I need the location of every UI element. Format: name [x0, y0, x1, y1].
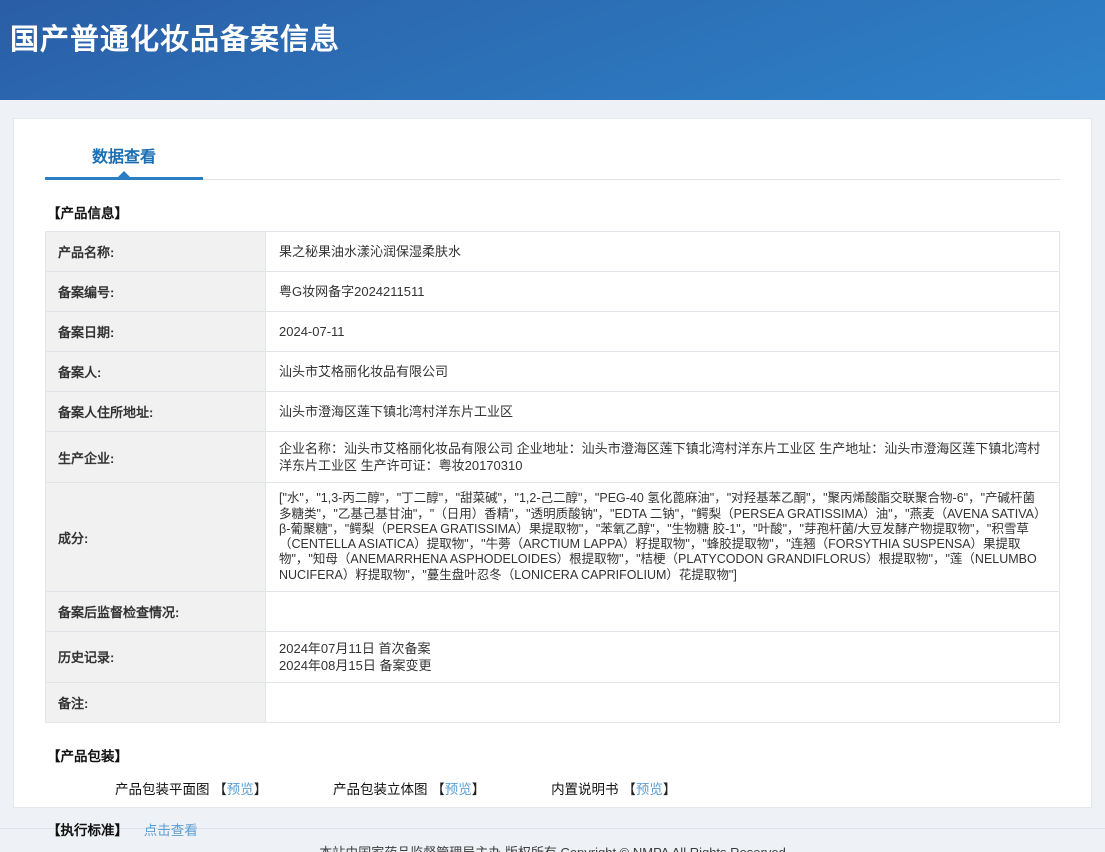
table-row-registration-date: 备案日期: 2024-07-11: [45, 311, 1060, 352]
field-value-manufacturer: 企业名称：汕头市艾格丽化妆品有限公司 企业地址：汕头市澄海区莲下镇北湾村洋东片工…: [265, 430, 1060, 484]
table-row-registrant-address: 备案人住所地址: 汕头市澄海区莲下镇北湾村洋东片工业区: [45, 391, 1060, 432]
field-value-ingredients: ["水"，"1,3-丙二醇"，"丁二醇"，"甜菜碱"，"1,2-己二醇"，"PE…: [265, 482, 1060, 592]
field-value-supervision: [265, 590, 1060, 632]
field-label-product-name: 产品名称:: [45, 231, 266, 272]
packaging-item-flat-diagram-label: 产品包装平面图: [115, 782, 210, 798]
field-value-remarks: [265, 682, 1060, 724]
field-label-registrant-address: 备案人住所地址:: [45, 391, 266, 432]
preview-link-3d-diagram[interactable]: 预览: [445, 782, 472, 797]
preview-link-manual[interactable]: 预览: [636, 782, 663, 797]
field-value-registration-number: 粤G妆网备字2024211511: [265, 271, 1060, 312]
packaging-item-flat-diagram: 产品包装平面图 【预览】: [115, 778, 267, 798]
field-label-registration-date: 备案日期:: [45, 311, 266, 352]
bracket-open: 【: [622, 782, 636, 798]
bracket-close: 】: [662, 782, 677, 798]
field-label-remarks: 备注:: [45, 682, 266, 724]
table-row-product-name: 产品名称: 果之秘果油水漾沁润保湿柔肤水: [45, 231, 1060, 272]
field-value-registration-date: 2024-07-11: [265, 311, 1060, 352]
field-label-manufacturer: 生产企业:: [45, 430, 266, 484]
table-row-manufacturer: 生产企业: 企业名称：汕头市艾格丽化妆品有限公司 企业地址：汕头市澄海区莲下镇北…: [45, 430, 1060, 484]
packaging-item-manual: 内置说明书 【预览】: [551, 778, 676, 798]
packaging-items: 产品包装平面图 【预览】 产品包装立体图 【预览】 内置说明书 【预览】: [115, 778, 1060, 798]
page-header: 国产普通化妆品备案信息: [0, 0, 1105, 100]
packaging-section-title: 【产品包装】: [47, 749, 128, 765]
table-row-registration-number: 备案编号: 粤G妆网备字2024211511: [45, 271, 1060, 312]
field-value-product-name: 果之秘果油水漾沁润保湿柔肤水: [265, 231, 1060, 272]
content-card: 数据查看 【产品信息】 产品名称: 果之秘果油水漾沁润保湿柔肤水 备案编号: 粤…: [13, 118, 1092, 838]
tab-data-view[interactable]: 数据查看: [45, 143, 203, 180]
table-row-supervision: 备案后监督检查情况:: [45, 590, 1060, 632]
bracket-close: 】: [253, 782, 268, 798]
product-info-table: 产品名称: 果之秘果油水漾沁润保湿柔肤水 备案编号: 粤G妆网备字2024211…: [45, 231, 1060, 724]
field-label-registration-number: 备案编号:: [45, 271, 266, 312]
packaging-item-3d-diagram: 产品包装立体图 【预览】: [333, 778, 485, 798]
packaging-item-3d-diagram-label: 产品包装立体图: [333, 782, 428, 798]
field-value-registrant-address: 汕头市澄海区莲下镇北湾村洋东片工业区: [265, 391, 1060, 432]
tab-data-view-label: 数据查看: [91, 149, 156, 166]
table-row-ingredients: 成分: ["水"，"1,3-丙二醇"，"丁二醇"，"甜菜碱"，"1,2-己二醇"…: [45, 482, 1060, 592]
preview-link-flat-diagram[interactable]: 预览: [227, 782, 254, 797]
bracket-open: 【: [431, 782, 445, 798]
standards-section-title: 【执行标准】: [47, 823, 128, 839]
table-row-remarks: 备注:: [45, 682, 1060, 724]
field-value-history: 2024年07月11日 首次备案 2024年08月15日 备案变更: [265, 630, 1060, 684]
page-title: 国产普通化妆品备案信息: [10, 24, 341, 56]
standards-view-link[interactable]: 点击查看: [144, 823, 198, 838]
packaging-item-manual-label: 内置说明书: [551, 782, 619, 798]
table-row-registrant: 备案人: 汕头市艾格丽化妆品有限公司: [45, 351, 1060, 392]
field-label-ingredients: 成分:: [45, 482, 266, 592]
field-value-registrant: 汕头市艾格丽化妆品有限公司: [265, 351, 1060, 392]
tab-active-indicator: [45, 171, 203, 180]
bracket-close: 】: [471, 782, 486, 798]
bracket-open: 【: [213, 782, 227, 798]
field-label-registrant: 备案人:: [45, 351, 266, 392]
tab-bar: 数据查看: [45, 143, 1060, 180]
product-info-section-title: 【产品信息】: [47, 206, 128, 221]
copyright-text: 本站由国家药品监督管理局主办 版权所有 Copyright © NMPA All…: [319, 845, 786, 852]
field-label-supervision: 备案后监督检查情况:: [45, 590, 266, 632]
field-label-history: 历史记录:: [45, 630, 266, 684]
table-row-history: 历史记录: 2024年07月11日 首次备案 2024年08月15日 备案变更: [45, 630, 1060, 684]
